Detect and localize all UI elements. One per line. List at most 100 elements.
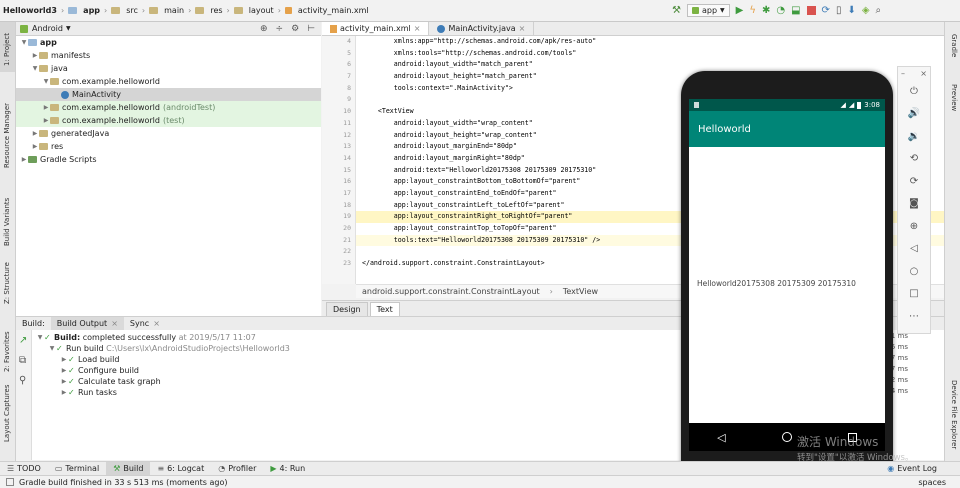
tab-main-activity-java[interactable]: MainActivity.java × bbox=[429, 22, 535, 35]
close-icon[interactable]: × bbox=[414, 24, 421, 33]
pin-icon[interactable]: ⚲ bbox=[19, 375, 26, 386]
run-config-select[interactable]: app ▼ bbox=[686, 4, 730, 17]
tree-item[interactable]: ▼ java bbox=[16, 62, 321, 75]
breadcrumb-project[interactable]: Helloworld3 bbox=[3, 6, 57, 15]
tool-project[interactable]: 1: Project bbox=[3, 33, 11, 66]
expand-arrow-icon[interactable]: ▼ bbox=[42, 78, 50, 85]
expand-arrow-icon[interactable]: ▶ bbox=[60, 378, 68, 385]
toggle-view-icon[interactable]: ⧉ bbox=[19, 355, 26, 366]
tree-item[interactable]: ▼ com.example.helloworld bbox=[16, 75, 321, 88]
tab-logcat[interactable]: ≡ 6: Logcat bbox=[150, 462, 211, 476]
back-icon[interactable]: ◁ bbox=[717, 431, 725, 444]
tab-build-output[interactable]: Build Output × bbox=[50, 316, 124, 331]
rotate-right-icon[interactable]: ⟳ bbox=[897, 170, 931, 193]
expand-arrow-icon[interactable]: ▶ bbox=[31, 130, 39, 137]
tab-build[interactable]: ⚒ Build bbox=[106, 461, 151, 476]
project-view-select[interactable]: Android bbox=[32, 24, 63, 33]
hide-panel-icon[interactable]: ⊢ bbox=[307, 24, 315, 34]
tree-item[interactable]: ▶ com.example.helloworld (test) bbox=[16, 114, 321, 127]
sdk-manager-icon[interactable]: ⬇ bbox=[847, 5, 855, 16]
close-icon[interactable]: × bbox=[153, 319, 160, 328]
sync-gradle-icon[interactable]: ⟳ bbox=[822, 5, 830, 16]
tool-resource-manager[interactable]: Resource Manager bbox=[3, 103, 11, 168]
tool-structure[interactable]: Z: Structure bbox=[3, 262, 11, 304]
expand-arrow-icon[interactable]: ▶ bbox=[20, 156, 28, 163]
overview-icon[interactable]: □ bbox=[897, 283, 931, 306]
breadcrumb-main[interactable]: main bbox=[164, 6, 184, 15]
tab-profiler[interactable]: ◔ Profiler bbox=[211, 462, 263, 476]
collapse-all-icon[interactable]: ÷ bbox=[276, 24, 284, 34]
indent-indicator[interactable]: spaces bbox=[918, 478, 946, 487]
tab-event-log[interactable]: ◉ Event Log bbox=[880, 462, 944, 476]
sync-scroll-icon[interactable]: ⊕ bbox=[260, 24, 268, 34]
breadcrumb-file[interactable]: activity_main.xml bbox=[298, 6, 369, 15]
close-icon[interactable]: × bbox=[111, 319, 118, 328]
crumb-textview[interactable]: TextView bbox=[563, 287, 598, 296]
tool-device-file-explorer[interactable]: Device File Explorer bbox=[950, 380, 958, 449]
tool-gradle[interactable]: Gradle bbox=[950, 34, 958, 57]
expand-arrow-icon[interactable]: ▶ bbox=[31, 52, 39, 59]
attach-debugger-icon[interactable]: ⬓ bbox=[791, 5, 800, 16]
breadcrumb-app[interactable]: app bbox=[83, 6, 100, 15]
expand-arrow-icon[interactable]: ▶ bbox=[60, 356, 68, 363]
tool-layout-captures[interactable]: Layout Captures bbox=[3, 384, 11, 442]
tab-activity-main-xml[interactable]: activity_main.xml × bbox=[322, 22, 430, 35]
tree-item[interactable]: MainActivity bbox=[16, 88, 321, 101]
tree-item[interactable]: ▶ manifests bbox=[16, 49, 321, 62]
breadcrumb-res[interactable]: res bbox=[210, 6, 222, 15]
tree-item[interactable]: ▶ generatedJava bbox=[16, 127, 321, 140]
close-icon[interactable]: × bbox=[519, 24, 526, 33]
rebuild-icon[interactable]: ↗ bbox=[19, 335, 27, 346]
expand-arrow-icon[interactable]: ▶ bbox=[60, 367, 68, 374]
tab-todo[interactable]: ☰ TODO bbox=[0, 462, 48, 476]
stop-icon[interactable] bbox=[806, 6, 816, 15]
panel-toggle-icon[interactable] bbox=[6, 478, 14, 486]
home-icon[interactable] bbox=[781, 432, 792, 442]
android-layout-icon[interactable]: ◈ bbox=[862, 5, 870, 16]
expand-arrow-icon[interactable]: ▶ bbox=[31, 143, 39, 150]
tool-preview[interactable]: Preview bbox=[950, 84, 958, 111]
expand-arrow-icon[interactable]: ▼ bbox=[31, 65, 39, 72]
rotate-left-icon[interactable]: ⟲ bbox=[897, 148, 931, 171]
tab-terminal[interactable]: ▭ Terminal bbox=[48, 462, 106, 476]
tab-sync[interactable]: Sync × bbox=[124, 317, 166, 331]
breadcrumb-src[interactable]: src bbox=[126, 6, 138, 15]
power-icon[interactable]: ⏻ bbox=[897, 80, 931, 103]
close-icon[interactable]: × bbox=[920, 69, 927, 78]
tool-build-variants[interactable]: Build Variants bbox=[3, 198, 11, 246]
chevron-down-icon[interactable]: ▼ bbox=[66, 25, 71, 32]
volume-up-icon[interactable]: 🔊 bbox=[897, 103, 931, 126]
tree-item[interactable]: ▶ res bbox=[16, 140, 321, 153]
profile-icon[interactable]: ◔ bbox=[776, 5, 785, 16]
tool-favorites[interactable]: 2: Favorites bbox=[3, 331, 11, 372]
search-icon[interactable]: ⌕ bbox=[876, 5, 882, 16]
tree-item[interactable]: ▼ app bbox=[16, 36, 321, 49]
breadcrumb-layout[interactable]: layout bbox=[249, 6, 274, 15]
gear-icon[interactable]: ⚙ bbox=[291, 24, 299, 34]
expand-arrow-icon[interactable]: ▼ bbox=[36, 334, 44, 341]
expand-arrow-icon[interactable]: ▶ bbox=[42, 117, 50, 124]
run-icon[interactable]: ▶ bbox=[736, 5, 744, 16]
volume-down-icon[interactable]: 🔉 bbox=[897, 125, 931, 148]
minimize-icon[interactable]: – bbox=[901, 69, 905, 78]
expand-arrow-icon[interactable]: ▶ bbox=[42, 104, 50, 111]
avd-manager-icon[interactable]: ▯ bbox=[836, 5, 842, 16]
tab-text[interactable]: Text bbox=[369, 302, 400, 316]
emulator-screen[interactable]: Helloworld20175308 20175309 20175310 bbox=[689, 99, 885, 451]
crumb-constraint-layout[interactable]: android.support.constraint.ConstraintLay… bbox=[362, 287, 540, 296]
back-icon[interactable]: ◁ bbox=[897, 238, 931, 261]
hammer-icon[interactable]: ⚒ bbox=[672, 5, 681, 16]
camera-icon[interactable]: ◙ bbox=[897, 193, 931, 216]
debug-icon[interactable]: ✱ bbox=[762, 5, 770, 16]
apply-changes-icon[interactable]: ϟ bbox=[749, 5, 756, 16]
tree-item[interactable]: ▶ Gradle Scripts bbox=[16, 153, 321, 166]
expand-arrow-icon[interactable]: ▼ bbox=[48, 345, 56, 352]
tab-design[interactable]: Design bbox=[326, 302, 368, 316]
home-icon[interactable]: ○ bbox=[897, 260, 931, 283]
expand-arrow-icon[interactable]: ▶ bbox=[60, 389, 68, 396]
zoom-icon[interactable]: ⊕ bbox=[897, 215, 931, 238]
expand-arrow-icon[interactable]: ▼ bbox=[20, 39, 28, 46]
more-icon[interactable]: ⋯ bbox=[897, 305, 931, 328]
tree-item[interactable]: ▶ com.example.helloworld (androidTest) bbox=[16, 101, 321, 114]
tab-run[interactable]: ▶ 4: Run bbox=[263, 462, 312, 476]
